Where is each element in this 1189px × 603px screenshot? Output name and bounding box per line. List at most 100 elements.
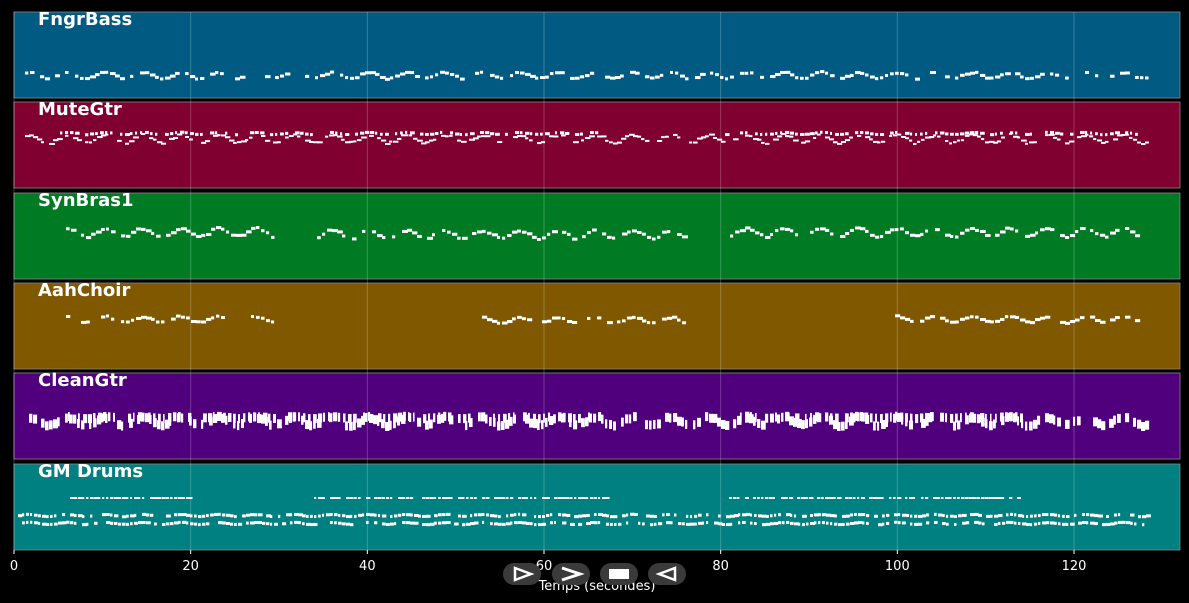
note xyxy=(93,413,96,423)
note xyxy=(446,521,451,525)
note xyxy=(922,514,926,518)
note xyxy=(1125,71,1130,75)
note xyxy=(890,131,894,135)
note xyxy=(1040,72,1045,76)
note xyxy=(705,135,709,138)
note xyxy=(553,135,559,138)
note xyxy=(1040,228,1045,232)
note xyxy=(609,141,613,144)
note xyxy=(447,230,451,234)
note xyxy=(973,497,977,499)
note xyxy=(869,138,873,141)
note xyxy=(647,321,651,325)
note xyxy=(1090,521,1095,525)
note xyxy=(830,522,833,526)
note xyxy=(110,131,113,135)
note xyxy=(218,412,221,422)
note xyxy=(355,76,360,80)
note xyxy=(410,497,414,499)
note xyxy=(166,497,170,499)
note xyxy=(34,521,38,525)
note xyxy=(489,417,492,427)
note xyxy=(920,232,924,236)
note xyxy=(1057,138,1061,141)
note xyxy=(445,71,449,75)
note xyxy=(865,131,870,135)
note xyxy=(178,497,183,499)
note xyxy=(85,141,89,144)
note xyxy=(680,74,686,78)
note xyxy=(875,132,879,136)
note xyxy=(650,76,655,80)
note xyxy=(662,317,667,321)
note xyxy=(254,513,258,517)
note xyxy=(825,131,828,135)
stop-button[interactable] xyxy=(600,563,638,585)
note xyxy=(270,133,274,137)
note xyxy=(374,521,378,525)
note xyxy=(438,412,441,422)
note xyxy=(170,74,176,78)
note xyxy=(960,73,965,77)
note xyxy=(22,513,25,517)
note xyxy=(1097,419,1102,429)
note xyxy=(790,131,795,135)
note xyxy=(422,497,426,499)
note xyxy=(186,229,191,233)
note xyxy=(970,315,974,319)
note xyxy=(1030,132,1033,136)
note xyxy=(382,522,386,526)
note xyxy=(854,512,857,516)
note xyxy=(220,72,224,76)
note xyxy=(261,316,265,320)
note xyxy=(1020,413,1023,423)
note xyxy=(740,229,746,233)
note xyxy=(377,137,381,140)
note xyxy=(120,132,123,136)
note xyxy=(323,412,326,422)
note xyxy=(98,412,102,422)
note xyxy=(900,72,905,76)
note xyxy=(1020,75,1024,79)
note xyxy=(1045,315,1051,319)
note xyxy=(241,233,247,237)
note xyxy=(145,71,150,75)
note xyxy=(345,133,350,137)
play-forward-button[interactable] xyxy=(503,563,541,585)
note xyxy=(350,76,355,80)
note xyxy=(130,522,133,526)
note xyxy=(198,523,201,527)
note xyxy=(926,521,930,525)
note xyxy=(522,317,526,321)
note xyxy=(452,232,458,236)
note xyxy=(795,132,798,136)
note xyxy=(125,142,130,145)
note xyxy=(905,413,908,423)
note xyxy=(942,522,946,526)
note xyxy=(833,497,836,499)
note xyxy=(1050,513,1055,517)
note xyxy=(1038,514,1041,518)
note xyxy=(210,131,215,135)
note xyxy=(1100,320,1106,324)
note xyxy=(130,514,135,518)
note xyxy=(388,413,391,423)
note xyxy=(438,521,442,525)
rewind-button[interactable] xyxy=(648,563,686,585)
note xyxy=(66,227,70,231)
note xyxy=(140,71,145,75)
note xyxy=(37,138,43,141)
note xyxy=(977,135,981,138)
fast-forward-button[interactable] xyxy=(552,563,590,585)
note xyxy=(285,72,291,76)
note xyxy=(30,520,33,524)
note xyxy=(430,75,434,79)
note xyxy=(100,70,106,74)
note xyxy=(601,414,604,424)
note xyxy=(341,138,345,141)
note xyxy=(85,133,89,137)
note xyxy=(598,412,602,422)
note xyxy=(121,421,124,431)
note xyxy=(885,413,889,423)
note xyxy=(1025,421,1028,431)
